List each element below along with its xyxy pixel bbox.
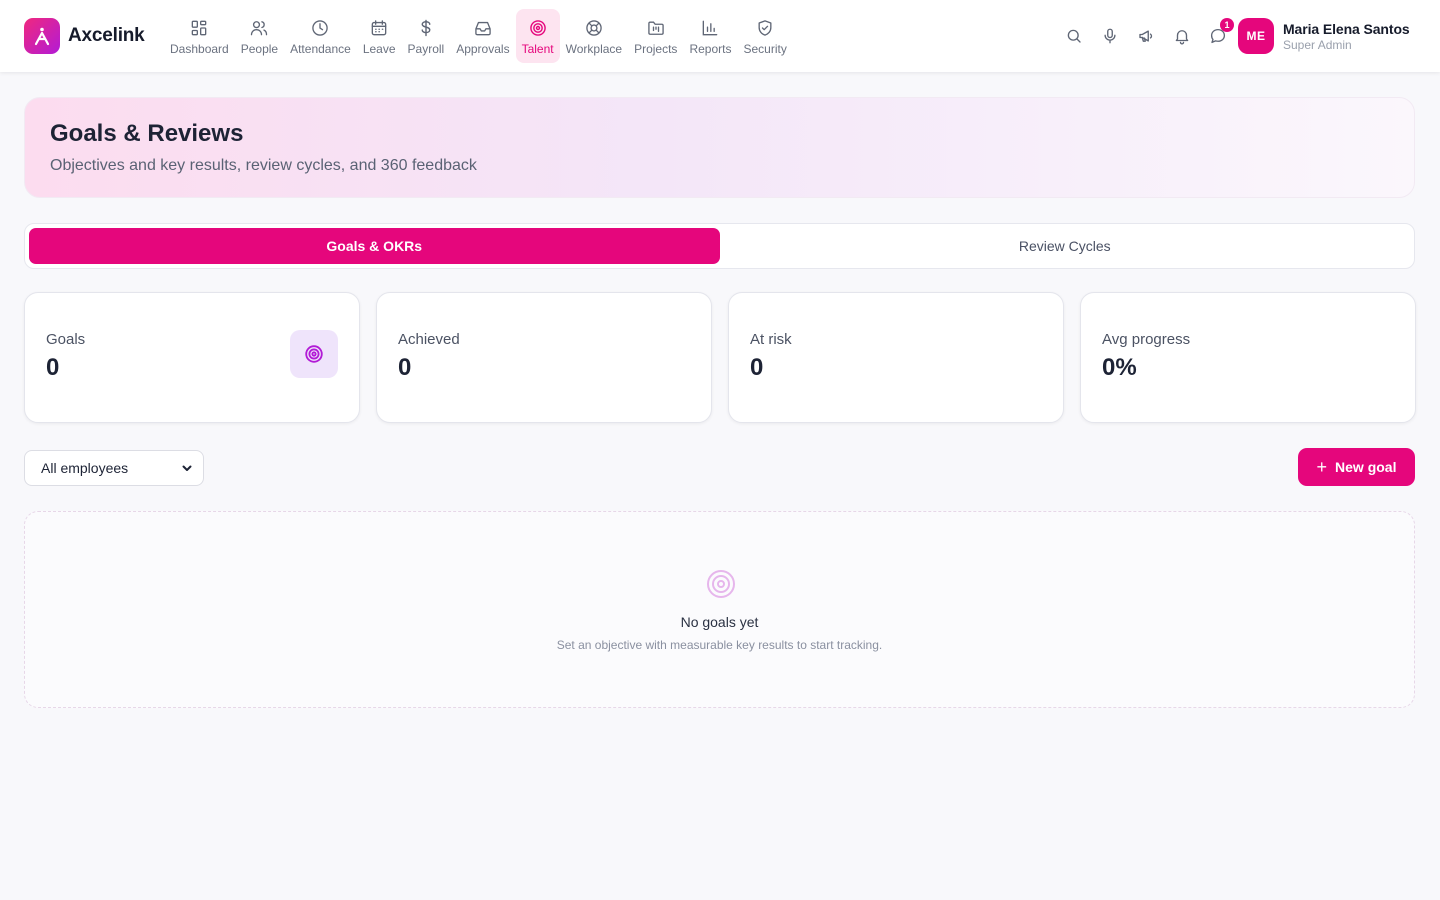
page-subtitle: Objectives and key results, review cycle… (50, 157, 477, 174)
header-actions: 1 (1056, 18, 1236, 52)
users-icon (248, 17, 270, 39)
new-goal-label: New goal (1335, 459, 1397, 475)
stat-card-avg-progress: Avg progress 0% (1080, 292, 1416, 423)
megaphone-icon (1139, 30, 1153, 42)
new-goal-button[interactable]: + New goal (1298, 448, 1415, 486)
announcements-button[interactable] (1128, 20, 1164, 52)
stat-label: Avg progress (1102, 331, 1191, 348)
empty-state-title: No goals yet (680, 614, 759, 630)
nav-label: Security (743, 41, 787, 56)
nav-item-payroll[interactable]: Payroll (402, 9, 451, 63)
calendar-icon (368, 17, 390, 39)
messages-button[interactable]: 1 (1200, 18, 1236, 52)
search-button[interactable] (1056, 20, 1092, 52)
avatar: ME (1238, 18, 1274, 54)
dollar-icon (415, 17, 437, 39)
stat-card-at-risk: At risk 0 (728, 292, 1064, 423)
app-logo-icon (24, 18, 60, 54)
employee-filter-select[interactable]: All employees (24, 450, 204, 486)
nav-item-approvals[interactable]: Approvals (450, 9, 515, 63)
nav-label: Leave (362, 41, 396, 56)
nav-label: Dashboard (170, 41, 229, 56)
tab-review-cycles[interactable]: Review Cycles (720, 228, 1411, 264)
empty-state-subtitle: Set an objective with measurable key res… (556, 638, 883, 652)
nav-item-security[interactable]: Security (737, 9, 792, 63)
nav-label: Projects (634, 41, 678, 56)
select-value: All employees (41, 460, 129, 476)
nav-item-attendance[interactable]: Attendance (284, 9, 357, 63)
nav-label: Workplace (565, 41, 623, 56)
user-role: Super Admin (1283, 37, 1352, 52)
kanban-icon (645, 17, 667, 39)
notifications-button[interactable] (1164, 20, 1200, 52)
stat-card-goals: Goals 0 (24, 292, 360, 423)
nav-item-dashboard[interactable]: Dashboard (164, 9, 235, 63)
messages-count-badge: 1 (1220, 18, 1234, 32)
plus-icon: + (1316, 457, 1328, 477)
lifebuoy-icon (583, 17, 605, 39)
bar-chart-icon (699, 17, 721, 39)
stat-card-achieved: Achieved 0 (376, 292, 712, 423)
voice-button[interactable] (1092, 20, 1128, 52)
microphone-icon (1104, 28, 1116, 44)
main-nav: Dashboard People Attendance Leave Payrol… (164, 9, 793, 63)
nav-label: Approvals (456, 41, 510, 56)
stat-value: 0 (750, 354, 764, 381)
top-navigation-bar: Axcelink Dashboard People Attendance Lea… (0, 0, 1440, 72)
nav-item-people[interactable]: People (235, 9, 284, 63)
nav-label: Attendance (290, 41, 351, 56)
nav-item-talent[interactable]: Talent (515, 9, 560, 63)
nav-item-projects[interactable]: Projects (628, 9, 683, 63)
inbox-icon (472, 17, 494, 39)
target-icon (527, 17, 549, 39)
nav-item-reports[interactable]: Reports (683, 9, 737, 63)
stat-value: 0% (1102, 354, 1137, 381)
search-icon (1067, 29, 1081, 43)
clock-icon (309, 17, 331, 39)
shield-icon (754, 17, 776, 39)
user-name: Maria Elena Santos (1283, 20, 1410, 37)
stat-label: Achieved (398, 331, 460, 348)
user-info: Maria Elena Santos Super Admin (1283, 21, 1410, 52)
nav-label: Talent (521, 41, 554, 56)
bell-icon (1175, 30, 1189, 45)
page-title: Goals & Reviews (50, 120, 244, 147)
brand[interactable]: Axcelink (24, 18, 145, 54)
stat-value: 0 (398, 354, 412, 381)
stats-row: Goals 0 Achieved 0 At risk 0 Avg progres… (24, 292, 1416, 423)
page-header: Goals & Reviews Objectives and key resul… (24, 97, 1415, 198)
target-icon (290, 330, 338, 378)
tab-bar: Goals & OKRs Review Cycles (24, 223, 1415, 269)
nav-label: People (240, 41, 279, 56)
goals-empty-state: No goals yet Set an objective with measu… (24, 511, 1415, 708)
nav-label: Reports (689, 41, 732, 56)
tab-goals-okrs[interactable]: Goals & OKRs (29, 228, 720, 264)
target-icon (707, 570, 735, 598)
nav-label: Payroll (407, 41, 445, 56)
chevron-down-icon (182, 465, 192, 471)
app-name: Axcelink (68, 25, 145, 46)
user-menu[interactable]: ME Maria Elena Santos Super Admin (1238, 18, 1410, 54)
grid-icon (188, 17, 210, 39)
nav-item-workplace[interactable]: Workplace (560, 9, 628, 63)
nav-item-leave[interactable]: Leave (357, 9, 402, 63)
stat-label: At risk (750, 331, 792, 348)
